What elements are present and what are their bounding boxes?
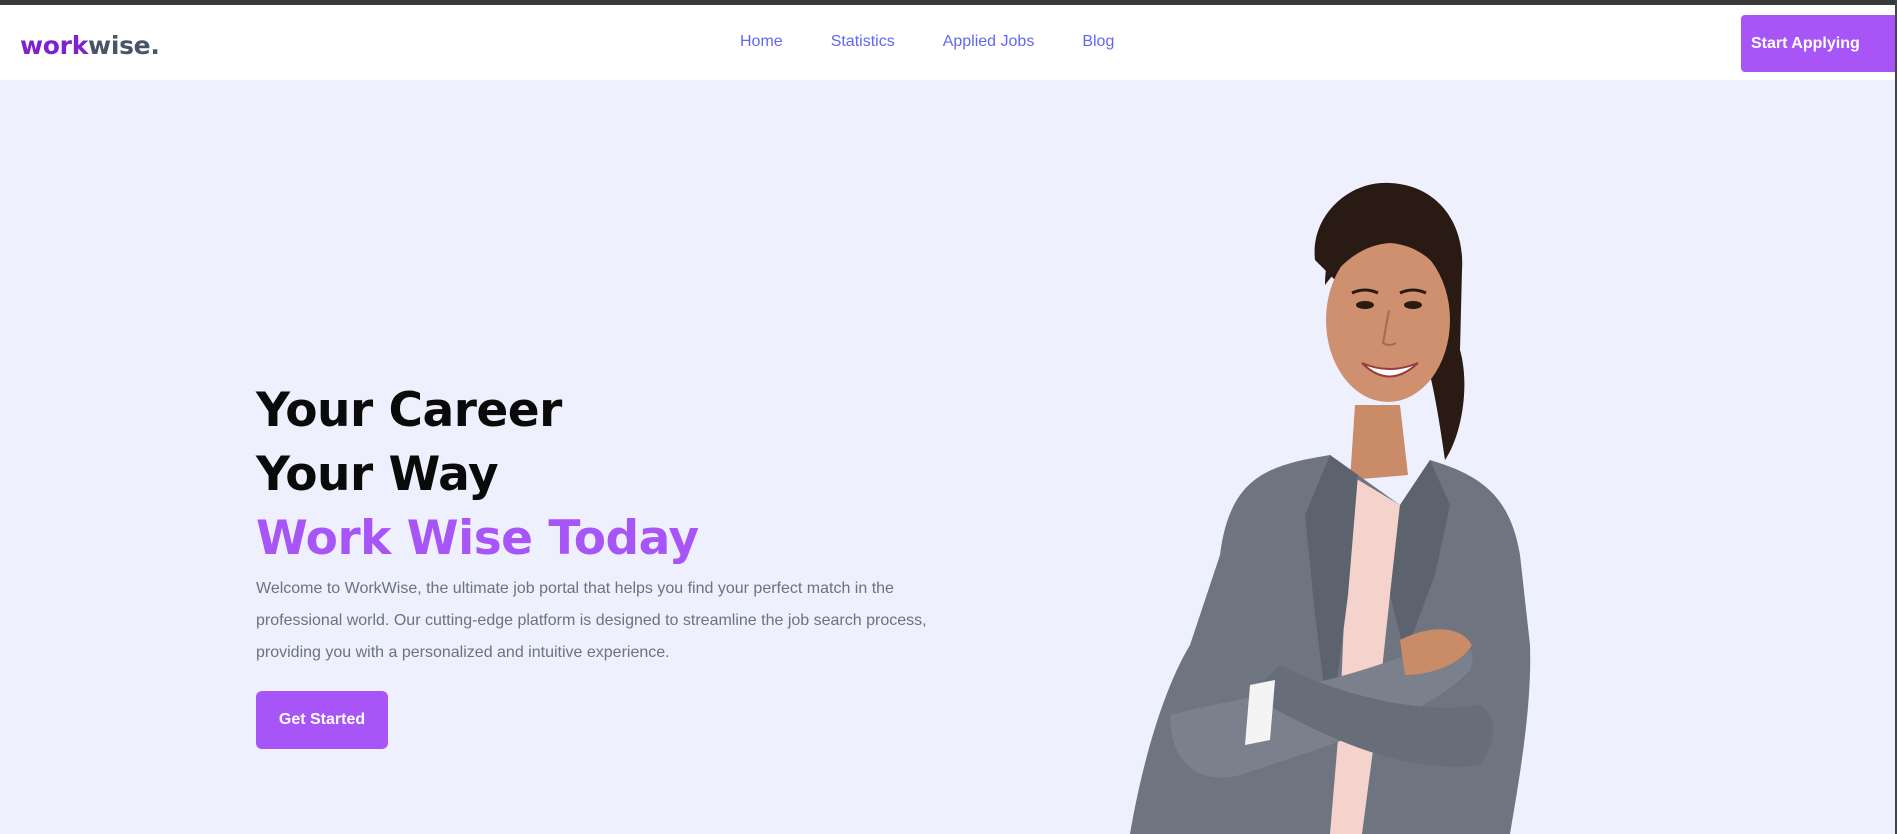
logo-wise: wise.	[88, 31, 160, 60]
get-started-button[interactable]: Get Started	[256, 691, 388, 749]
hero-portrait-image	[1130, 182, 1531, 834]
start-applying-button[interactable]: Start Applying	[1741, 15, 1897, 72]
nav-home[interactable]: Home	[740, 33, 783, 51]
nav-statistics[interactable]: Statistics	[831, 33, 895, 51]
hero-title-line-3: Work Wise Today	[256, 511, 699, 566]
navbar: workwise. Home Statistics Applied Jobs B…	[0, 5, 1897, 80]
nav-applied-jobs[interactable]: Applied Jobs	[943, 33, 1035, 51]
nav-links: Home Statistics Applied Jobs Blog	[740, 33, 1114, 51]
logo-work: work	[20, 31, 89, 60]
hero-title-line-2: Your Way	[256, 447, 499, 502]
nav-blog[interactable]: Blog	[1082, 33, 1114, 51]
logo[interactable]: workwise.	[20, 31, 160, 60]
hero-title-line-1: Your Career	[256, 383, 562, 438]
hero-description: Welcome to WorkWise, the ultimate job po…	[256, 580, 927, 661]
hero-section: Your Career Your Way Work Wise Today Wel…	[0, 80, 1895, 834]
